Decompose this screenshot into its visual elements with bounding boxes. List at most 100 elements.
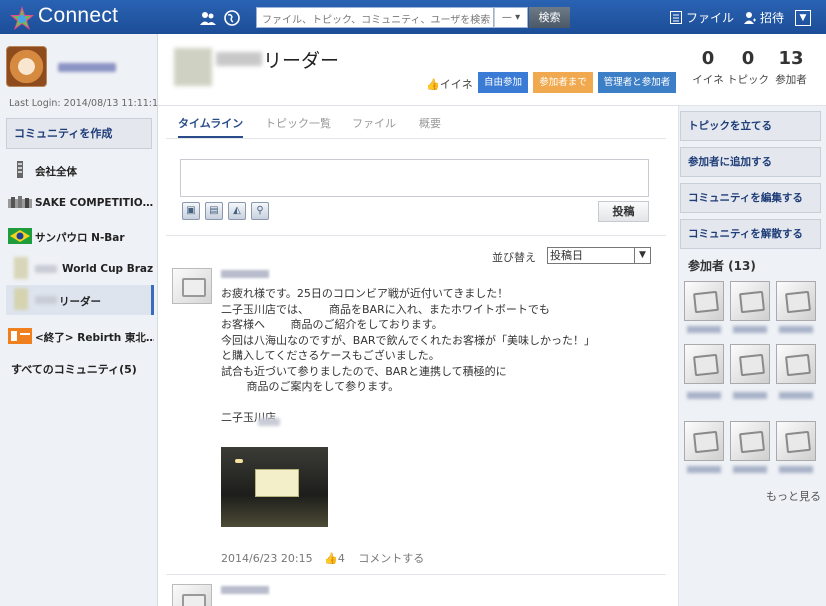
avatar[interactable]: [172, 584, 212, 606]
community-thumb-icon: [14, 257, 28, 279]
stat-likes-value: 0: [701, 48, 715, 69]
member-avatar[interactable]: [684, 281, 724, 321]
sidebar-item-rebirth[interactable]: <終了> Rebirth 東北…: [6, 321, 154, 351]
member-name-redacted[interactable]: [687, 326, 721, 333]
globe-icon[interactable]: [224, 10, 240, 26]
post-meta: 2014/6/23 20:15 👍4 コメントする: [221, 550, 424, 566]
last-login: Last Login: 2014/08/13 11:11:14: [9, 98, 165, 109]
badge-open-join: 自由参加: [478, 72, 528, 93]
thumbs-up-icon: 👍: [426, 78, 440, 91]
tab-bar: タイムライン トピック一覧 ファイル 概要: [166, 112, 666, 139]
member-name-redacted[interactable]: [733, 466, 767, 473]
create-community-button[interactable]: コミュニティを作成: [6, 118, 152, 149]
invite-link[interactable]: 招待: [744, 10, 784, 26]
community-header: リーダー 👍イイネ 自由参加 参加者まで 管理者と参加者 0 イイネ 0 トピッ…: [158, 34, 826, 106]
post-body: お疲れ様です。25日のコロンビア戦が近付いてきました！ 二子玉川店では、 商品を…: [221, 287, 595, 424]
photo-icon[interactable]: ▣: [182, 202, 200, 220]
community-thumb-icon: [8, 328, 32, 344]
member-avatar[interactable]: [684, 421, 724, 461]
sort-value: 投稿日: [550, 249, 583, 262]
member-avatar[interactable]: [776, 281, 816, 321]
add-member-button[interactable]: 参加者に追加する: [680, 147, 821, 177]
member-name-redacted[interactable]: [779, 466, 813, 473]
member-avatar[interactable]: [730, 281, 770, 321]
search-scope-value: —: [501, 12, 512, 23]
member-avatar[interactable]: [684, 344, 724, 384]
comment-link[interactable]: コメントする: [358, 552, 424, 565]
sidebar-item-company[interactable]: 会社全体: [6, 155, 154, 185]
all-communities-link[interactable]: すべてのコミュニティ(5): [11, 361, 137, 377]
member-avatar[interactable]: [776, 344, 816, 384]
member-avatar[interactable]: [730, 344, 770, 384]
avatar[interactable]: [172, 268, 212, 304]
avatar[interactable]: [6, 46, 47, 87]
sidebar-item-saopaulo[interactable]: サンパウロ N-Bar: [6, 221, 154, 251]
stat-topics-value: 0: [741, 48, 755, 69]
thumbs-up-icon: 👍: [324, 552, 338, 565]
people-icon[interactable]: [200, 10, 216, 26]
sidebar-item-worldcup[interactable]: World Cup Brazil: [6, 254, 154, 284]
like-count[interactable]: 👍4: [324, 552, 345, 565]
profile-name-redacted[interactable]: [58, 63, 116, 72]
member-avatar[interactable]: [730, 421, 770, 461]
photo-light: [235, 459, 243, 463]
badge-members-only: 参加者まで: [533, 72, 593, 93]
files-label: ファイル: [686, 11, 735, 25]
files-link[interactable]: ファイル: [670, 10, 734, 26]
tab-files[interactable]: ファイル: [352, 112, 396, 139]
stat-members-label: 参加者: [775, 74, 807, 86]
sort-select[interactable]: 投稿日 ▼: [547, 247, 651, 264]
sort-label: 並び替え: [492, 251, 536, 264]
member-name-redacted[interactable]: [733, 392, 767, 399]
tab-overview[interactable]: 概要: [419, 112, 441, 139]
member-name-redacted[interactable]: [779, 392, 813, 399]
sidebar-item-leader[interactable]: リーダー: [6, 285, 154, 315]
like-count-value: 4: [337, 552, 345, 565]
member-name-redacted[interactable]: [687, 392, 721, 399]
connect-logo-icon[interactable]: [9, 5, 35, 31]
post-button[interactable]: 投稿: [598, 201, 649, 222]
members-title: 参加者 (13): [688, 259, 756, 273]
like-button[interactable]: 👍イイネ: [426, 76, 473, 92]
dissolve-community-button[interactable]: コミュニティを解散する: [680, 219, 821, 249]
video-icon[interactable]: ▤: [205, 202, 223, 220]
post-author-redacted[interactable]: [221, 270, 269, 278]
member-avatar[interactable]: [776, 421, 816, 461]
chevron-down-icon[interactable]: ▼: [795, 10, 811, 26]
tab-topics[interactable]: トピック一覧: [265, 112, 331, 139]
like-label: イイネ: [439, 78, 473, 91]
community-image: [174, 48, 212, 86]
file-icon: [670, 11, 682, 24]
post-date: 2014/6/23 20:15: [221, 552, 313, 565]
divider: [166, 235, 666, 236]
member-name-redacted[interactable]: [779, 326, 813, 333]
post-textarea[interactable]: [180, 159, 649, 197]
page-title: リーダー: [263, 51, 340, 72]
left-sidebar: Last Login: 2014/08/13 11:11:14 コミュニティを作…: [0, 34, 164, 606]
brand-name[interactable]: Connect: [38, 4, 118, 28]
community-thumb-icon: [8, 196, 32, 208]
photo-whiteboard: [255, 469, 299, 497]
sidebar-item-label: サンパウロ N-Bar: [35, 232, 125, 244]
member-name-redacted[interactable]: [687, 466, 721, 473]
create-topic-button[interactable]: トピックを立てる: [680, 111, 821, 141]
redacted-text: [35, 265, 57, 273]
post-author-redacted[interactable]: [221, 586, 269, 594]
community-thumb-icon: [14, 288, 28, 310]
paperclip-icon[interactable]: ⚲: [251, 202, 269, 220]
member-name-redacted[interactable]: [733, 326, 767, 333]
image-upload-icon[interactable]: ◭: [228, 202, 246, 220]
search-scope-select[interactable]: — ▾: [494, 7, 528, 28]
brazil-flag-icon: [8, 228, 32, 244]
search-button[interactable]: 検索: [529, 7, 570, 28]
invite-label: 招待: [760, 11, 785, 25]
post-photo[interactable]: [221, 447, 328, 527]
search-input[interactable]: ファイル、トピック、コミュニティ、ユーザを検索: [256, 7, 494, 28]
sidebar-item-label: リーダー: [59, 296, 101, 308]
edit-community-button[interactable]: コミュニティを編集する: [680, 183, 821, 213]
more-members-link[interactable]: もっと見る: [766, 488, 821, 504]
tab-timeline[interactable]: タイムライン: [178, 112, 244, 139]
building-icon: [17, 161, 23, 178]
sidebar-item-sake[interactable]: SAKE COMPETITIO…: [6, 188, 154, 218]
sidebar-item-label: 会社全体: [35, 166, 77, 178]
